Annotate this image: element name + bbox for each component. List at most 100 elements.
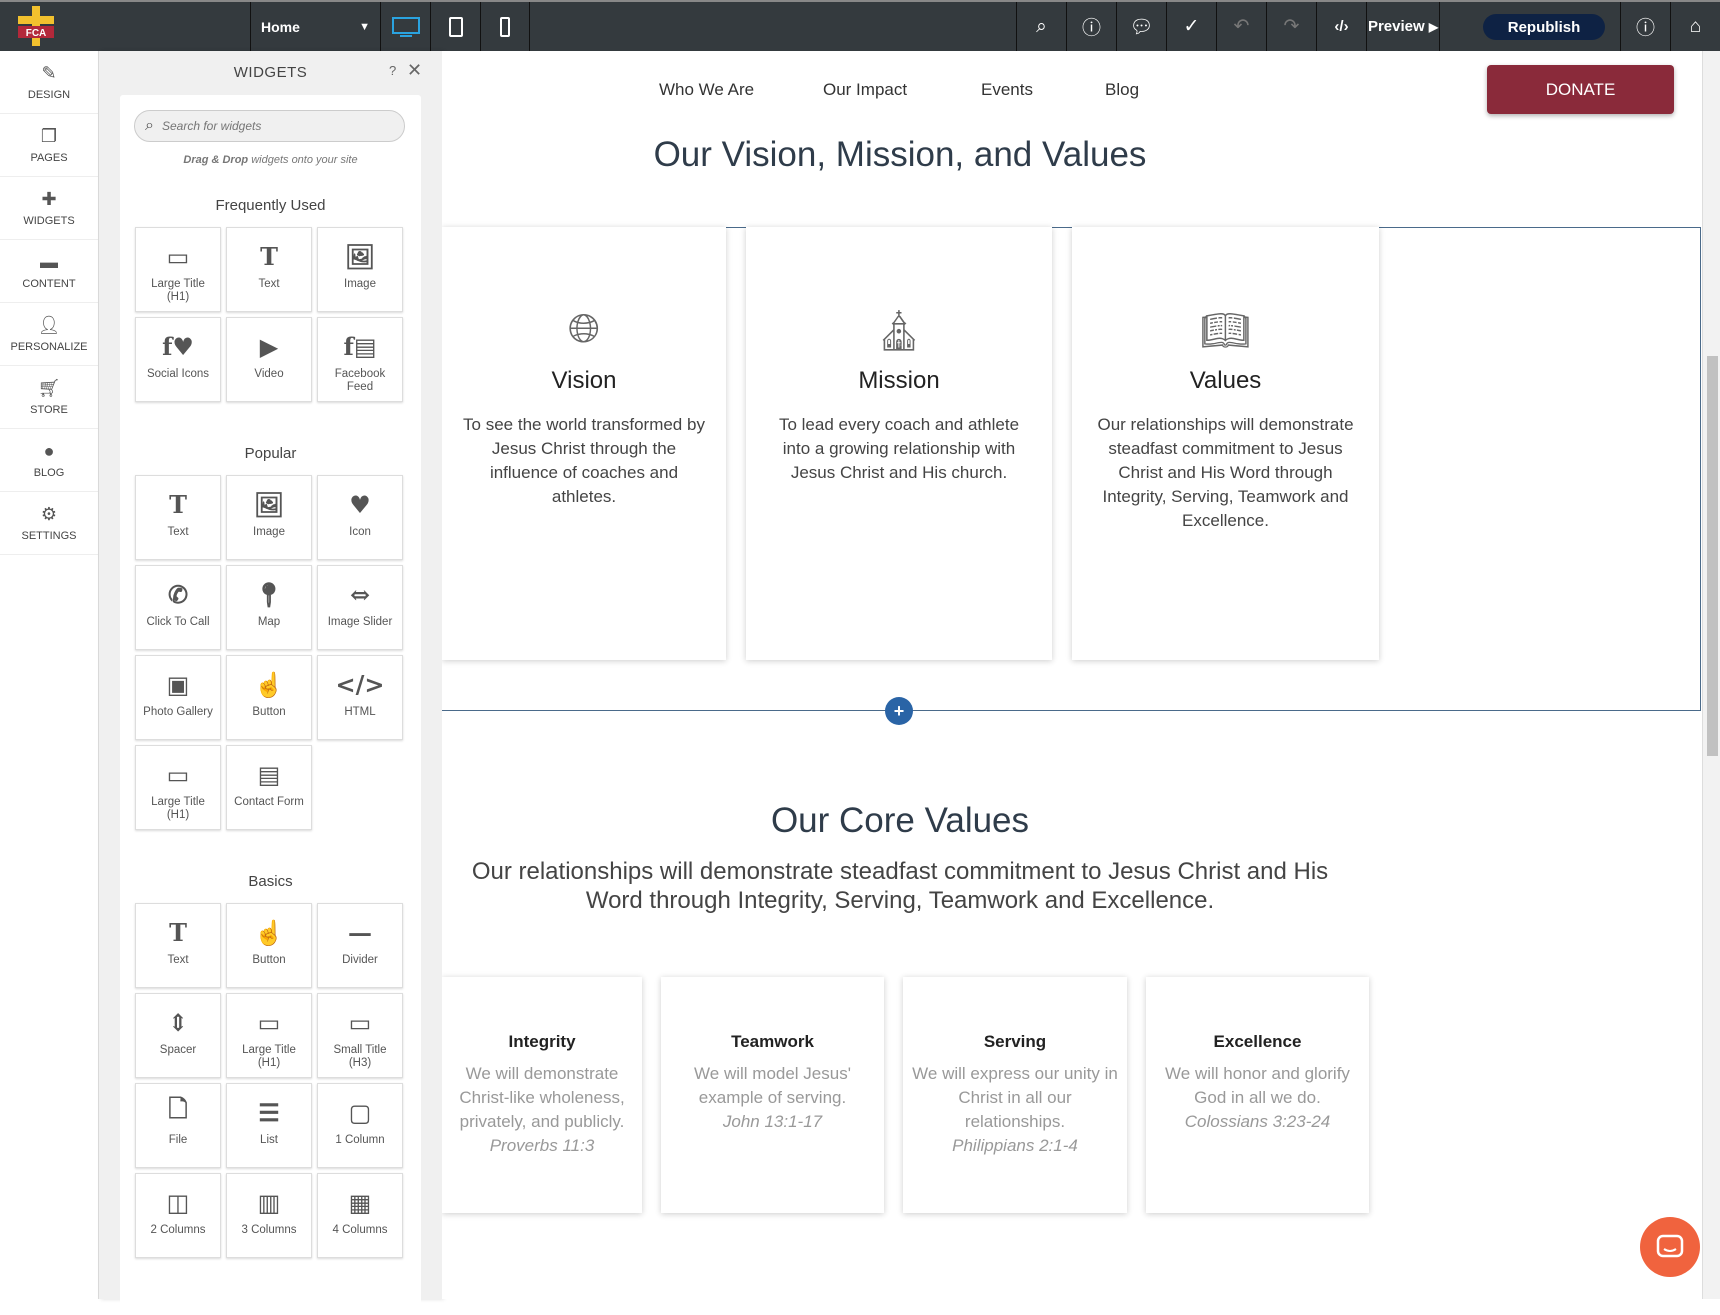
widget-tile-video[interactable]: ▶ Video bbox=[226, 317, 312, 402]
text-icon: T bbox=[260, 241, 278, 271]
comments-button[interactable]: 💬︎ bbox=[1116, 2, 1166, 51]
comment-icon: 💬︎ bbox=[1129, 16, 1154, 38]
redo-button[interactable]: ↷ bbox=[1266, 2, 1316, 51]
chat-icon: ● bbox=[43, 441, 55, 461]
widget-search[interactable]: ⌕ bbox=[134, 110, 405, 142]
info-button[interactable]: ⓘ bbox=[1066, 2, 1116, 51]
widget-tile-icon[interactable]: ♥ Icon bbox=[317, 475, 403, 560]
add-section-button[interactable]: + bbox=[885, 697, 913, 725]
undo-button[interactable]: ↶ bbox=[1216, 2, 1266, 51]
republish-button[interactable]: Republish bbox=[1483, 14, 1605, 40]
section-heading: Basics bbox=[248, 873, 293, 890]
core-card-excellence[interactable]: Excellence We will honor and glorify God … bbox=[1146, 977, 1369, 1213]
rail-item-personalize[interactable]: 👤︎ PERSONALIZE bbox=[0, 303, 98, 366]
rail-item-store[interactable]: 🛒︎ STORE bbox=[0, 366, 98, 429]
widget-label: Text bbox=[167, 954, 189, 966]
scrollbar-thumb[interactable] bbox=[1707, 356, 1718, 756]
scrollbar[interactable] bbox=[1702, 51, 1720, 1299]
core-card-integrity[interactable]: Integrity We will demonstrate Christ-like… bbox=[442, 977, 642, 1213]
widget-tile-large-title-h1-[interactable]: ▭ Large Title (H1) bbox=[226, 993, 312, 1078]
widget-label: Spacer bbox=[159, 1044, 197, 1056]
widget-tile-contact-form[interactable]: ▤ Contact Form bbox=[226, 745, 312, 830]
widget-label: Image Slider bbox=[327, 616, 393, 628]
widget-tile-3-columns[interactable]: ▥ 3 Columns bbox=[226, 1173, 312, 1258]
core-card-serving[interactable]: Serving We will express our unity in Chri… bbox=[903, 977, 1127, 1213]
widget-tile-list[interactable]: ☰ List bbox=[226, 1083, 312, 1168]
tablet-view-button[interactable] bbox=[430, 2, 480, 51]
rail-item-blog[interactable]: ● BLOG bbox=[0, 429, 98, 492]
column4-icon: ▦ bbox=[348, 1187, 372, 1217]
widget-tile-social-icons[interactable]: f♥ Social Icons bbox=[135, 317, 221, 402]
code-button[interactable]: ‹/› bbox=[1316, 2, 1366, 51]
map-pin-icon: 📍︎ bbox=[253, 579, 285, 609]
nav-events[interactable]: Events bbox=[981, 80, 1033, 100]
card-text: Our relationships will demonstrate stead… bbox=[1097, 415, 1354, 530]
widget-tile-text[interactable]: T Text bbox=[226, 227, 312, 312]
card-title: Vision bbox=[551, 367, 617, 394]
widget-tile-photo-gallery[interactable]: ▣ Photo Gallery bbox=[135, 655, 221, 740]
widget-tile-click-to-call[interactable]: ✆ Click To Call bbox=[135, 565, 221, 650]
preview-button[interactable]: Preview ▶ bbox=[1366, 2, 1440, 51]
search-button[interactable]: ⌕ bbox=[1016, 2, 1066, 51]
help-button[interactable]: ⓘ bbox=[1620, 2, 1670, 51]
widget-tile-4-columns[interactable]: ▦ 4 Columns bbox=[317, 1173, 403, 1258]
card-text: To lead every coach and athlete into a g… bbox=[778, 415, 1020, 482]
widget-tile-button[interactable]: ☝ Button bbox=[226, 903, 312, 988]
rail-item-design[interactable]: ✎ DESIGN bbox=[0, 51, 98, 114]
rail-label: WIDGETS bbox=[23, 215, 75, 227]
slider-icon: ⇔ bbox=[349, 579, 371, 609]
card-vision[interactable]: 🌐︎ Vision To see the world transformed by … bbox=[442, 227, 726, 660]
widget-tile-file[interactable]: 🗋︎ File bbox=[135, 1083, 221, 1168]
fca-logo[interactable]: FCA bbox=[14, 6, 58, 46]
nav-our-impact[interactable]: Our Impact bbox=[823, 80, 907, 100]
widget-tile-large-title-h1-[interactable]: ▭ Large Title (H1) bbox=[135, 745, 221, 830]
mobile-view-button[interactable] bbox=[480, 2, 530, 51]
desktop-view-button[interactable] bbox=[380, 2, 430, 51]
play-icon: ▶ bbox=[259, 331, 279, 361]
globe-icon: 🌐︎ bbox=[568, 307, 600, 351]
close-icon[interactable]: ✕ bbox=[407, 60, 422, 81]
widget-tile-spacer[interactable]: ⇕ Spacer bbox=[135, 993, 221, 1078]
home-icon: ⌂ bbox=[1689, 15, 1702, 37]
redo-icon: ↷ bbox=[1283, 16, 1300, 37]
widget-tile-map[interactable]: 📍︎ Map bbox=[226, 565, 312, 650]
column2-icon: ◫ bbox=[166, 1187, 190, 1217]
check-button[interactable]: ✓ bbox=[1166, 2, 1216, 51]
widget-label: Text bbox=[167, 526, 189, 538]
chat-launcher-button[interactable] bbox=[1640, 1217, 1700, 1277]
rail-item-content[interactable]: ▬ CONTENT bbox=[0, 240, 98, 303]
rail-item-widgets[interactable]: ✚ WIDGETS bbox=[0, 177, 98, 240]
rail-item-settings[interactable]: ⚙ SETTINGS bbox=[0, 492, 98, 555]
widget-tile-1-column[interactable]: ▢ 1 Column bbox=[317, 1083, 403, 1168]
widget-tile-image[interactable]: 🖼︎ Image bbox=[317, 227, 403, 312]
widget-tile-image[interactable]: 🖼︎ Image bbox=[226, 475, 312, 560]
widget-tile-text[interactable]: T Text bbox=[135, 903, 221, 988]
widget-label: Contact Form bbox=[234, 796, 304, 808]
card-mission[interactable]: ⛪︎ Mission To lead every coach and athlete… bbox=[746, 227, 1052, 660]
card-values[interactable]: 📖︎ Values Our relationships will demonstra… bbox=[1072, 227, 1379, 660]
rail-item-pages[interactable]: ❐ PAGES bbox=[0, 114, 98, 177]
scripture-reference: Proverbs 11:3 bbox=[489, 1136, 595, 1155]
widget-tile-divider[interactable]: — Divider bbox=[317, 903, 403, 988]
rail-label: BLOG bbox=[33, 467, 65, 479]
widget-tile-text[interactable]: T Text bbox=[135, 475, 221, 560]
widget-tile-facebook-feed[interactable]: f▤ Facebook Feed bbox=[317, 317, 403, 402]
code-icon: </> bbox=[335, 669, 385, 699]
home-button[interactable]: ⌂ bbox=[1670, 2, 1720, 51]
core-card-title: Teamwork bbox=[731, 1032, 814, 1051]
page-selector[interactable]: Home ▼ bbox=[250, 2, 380, 51]
nav-who-we-are[interactable]: Who We Are bbox=[659, 80, 754, 100]
core-card-teamwork[interactable]: Teamwork We will model Jesus' example of … bbox=[661, 977, 884, 1213]
widget-tile-image-slider[interactable]: ⇔ Image Slider bbox=[317, 565, 403, 650]
widget-tile-html[interactable]: </> HTML bbox=[317, 655, 403, 740]
widget-tile-large-title-h1-[interactable]: ▭ Large Title (H1) bbox=[135, 227, 221, 312]
widget-tile-small-title-h3-[interactable]: ▭ Small Title (H3) bbox=[317, 993, 403, 1078]
widget-tile-2-columns[interactable]: ◫ 2 Columns bbox=[135, 1173, 221, 1258]
widget-tile-button[interactable]: ☝ Button bbox=[226, 655, 312, 740]
nav-blog[interactable]: Blog bbox=[1105, 80, 1139, 100]
widget-label: Image bbox=[253, 526, 285, 538]
preview-label: Preview bbox=[1367, 18, 1425, 35]
donate-button[interactable]: DONATE bbox=[1487, 65, 1674, 114]
help-icon[interactable]: ? bbox=[389, 63, 396, 78]
search-input[interactable] bbox=[161, 119, 382, 133]
